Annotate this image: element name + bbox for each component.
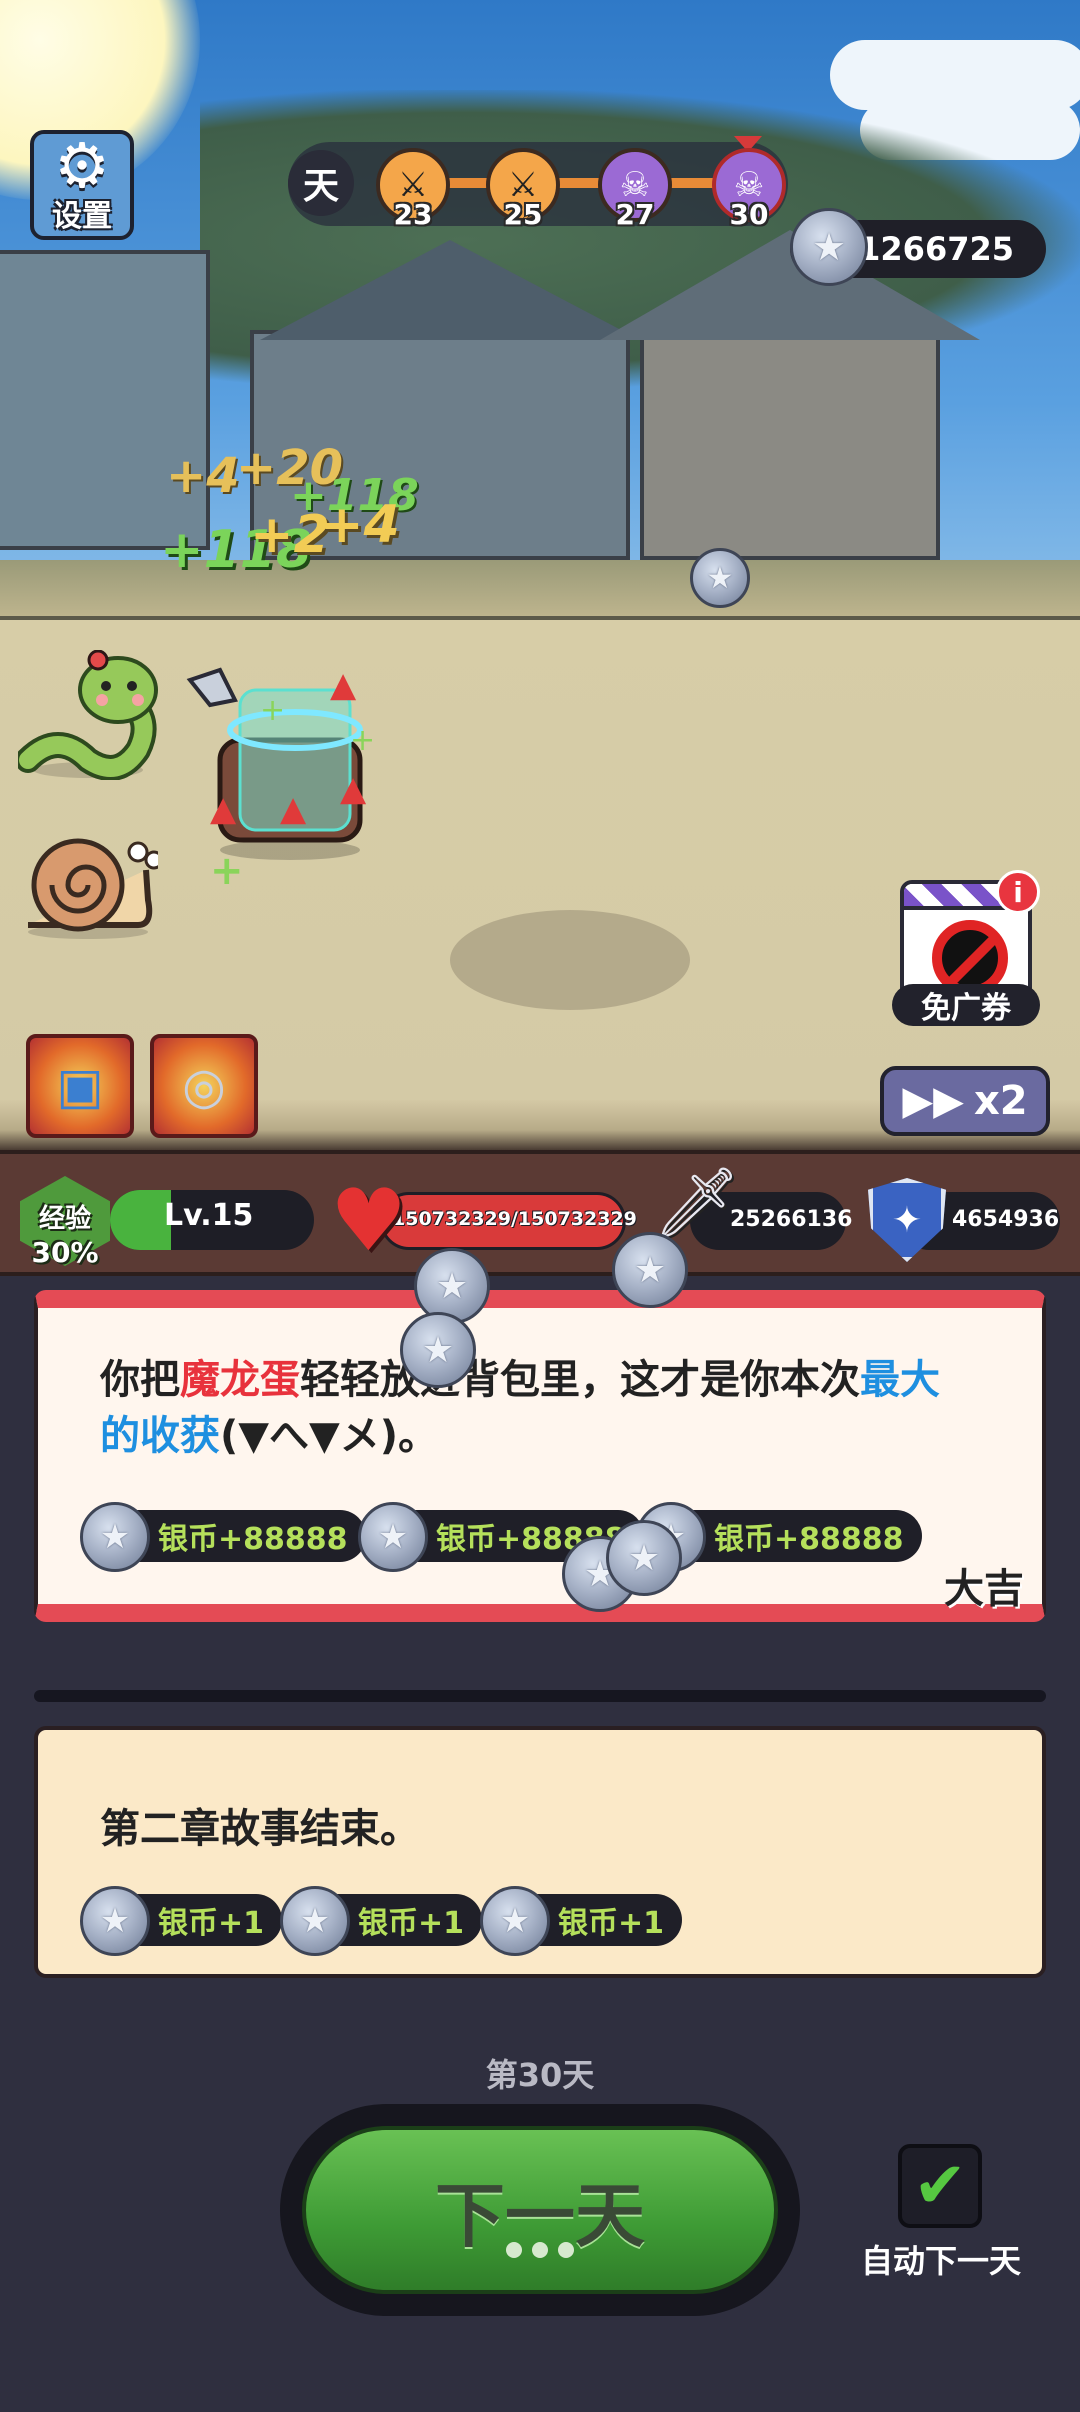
hero-character: ▲ ▲ ▲ ▲ + + [186,665,375,860]
svg-text:▲: ▲ [280,789,307,829]
event-text-part: 你把 [100,1357,180,1403]
exp-fill [110,1190,172,1250]
attack-value: 25266136 [730,1207,853,1232]
day-node-number: 25 [503,198,543,231]
ground-shadow [450,910,690,1010]
reward-chip: ★ 银币+88888 [636,1502,922,1572]
silver-coin-icon: ★ [358,1502,428,1572]
auto-next-label: 自动下一天 [860,2242,1021,2280]
flying-coin-icon: ★ [612,1232,688,1308]
float-number: +2 [250,505,330,565]
event-highlight: 最大 [860,1357,940,1403]
heart-icon: ♥ [330,1171,408,1271]
no-ad-label: 免广券 [892,984,1040,1026]
speed-toggle-button[interactable]: ▶▶ x2 [880,1066,1050,1136]
snake-enemy [18,650,158,780]
exp-label: 经验 [38,1204,91,1234]
event-highlight: 的收获 [100,1413,220,1459]
auto-next-checkbox[interactable]: ✔ [898,2144,982,2228]
gear-icon: ⚙ [54,129,110,202]
treasure-chest-button[interactable]: ▣ [26,1034,134,1138]
dropped-coin-icon: ★ [690,548,750,608]
speed-label: x2 [973,1078,1028,1124]
reward-text: 银币+88888 [158,1522,348,1557]
silver-coin-icon: ★ [80,1502,150,1572]
coin-pile-button[interactable]: ◎ [150,1034,258,1138]
svg-text:+: + [350,723,375,758]
chest-icon: ▣ [56,1057,104,1115]
settings-label: 设置 [52,199,112,234]
silver-coin-icon: ★ [280,1886,350,1956]
day-node-number: 23 [393,198,433,231]
reward-text: 银币+88888 [714,1522,904,1557]
checkmark-icon: ✔ [913,2149,967,2223]
silver-coin-icon: ★ [480,1886,550,1956]
no-ad-ticket-button[interactable]: i 免广券 [892,870,1040,1026]
svg-text:▲: ▲ [330,665,357,705]
day-node-number: 27 [615,198,655,231]
svg-text:▲: ▲ [210,789,237,829]
reward-chip: ★ 银币+1 [280,1886,483,1956]
fast-forward-icon: ▶▶ [902,1078,964,1124]
level-text: Lv.15 [164,1198,254,1233]
panel-divider [34,1690,1046,1702]
reward-text: 银币+1 [558,1906,665,1941]
silver-coin-icon: ★ [80,1886,150,1956]
defense-value: 4654936 [952,1207,1060,1232]
house-right [640,320,940,560]
hp-value: 150732329/150732329 [392,1208,637,1230]
heal-plus-icon: + [210,848,244,894]
story-text: 第二章故事结束。 [100,1806,420,1852]
svg-text:+: + [260,693,285,728]
silver-coin-icon: ★ [790,208,868,286]
silver-balance-value: 1266725 [858,230,1014,268]
sword-icon: 🗡 [652,1162,741,1244]
float-number: +4 [166,448,240,504]
reward-chip: ★ 银币+1 [80,1886,283,1956]
next-day-button[interactable]: 下一天 [302,2126,778,2294]
reward-chip: ★ 银币+1 [480,1886,683,1956]
flying-coin-icon: ★ [400,1312,476,1388]
coin-pile-icon: ◎ [182,1057,226,1115]
flying-coin-icon: ★ [414,1248,490,1324]
reward-text: 银币+1 [158,1906,265,1941]
event-text-part: (▼へ▼メ)。 [220,1413,439,1459]
house-left [0,250,210,550]
loading-dots-icon [506,2242,574,2258]
float-number: +4 [320,495,400,555]
roof-middle [260,240,640,340]
day-node-number: 30 [729,198,769,231]
reward-chip: ★ 银币+88888 [80,1502,366,1572]
settings-button[interactable]: ⚙ 设置 [30,130,134,240]
snail-enemy [28,838,158,939]
reward-text: 银币+1 [358,1906,465,1941]
event-item-name: 魔龙蛋 [180,1357,300,1403]
info-badge-icon: i [996,870,1040,914]
event-text: 你把魔龙蛋轻轻放进背包里，这才是你本次最大的收获(▼へ▼メ)。 [100,1352,980,1464]
flying-coin-icon: ★ [606,1520,682,1596]
event-text-part: 轻轻放进背包里，这才是你本次 [300,1357,860,1403]
luck-label: 大吉 [944,1566,1024,1612]
svg-text:▲: ▲ [340,769,367,809]
exp-percent: 30% [31,1236,99,1269]
current-day-label: 第30天 [485,2056,595,2094]
day-label: 天 [288,150,354,216]
